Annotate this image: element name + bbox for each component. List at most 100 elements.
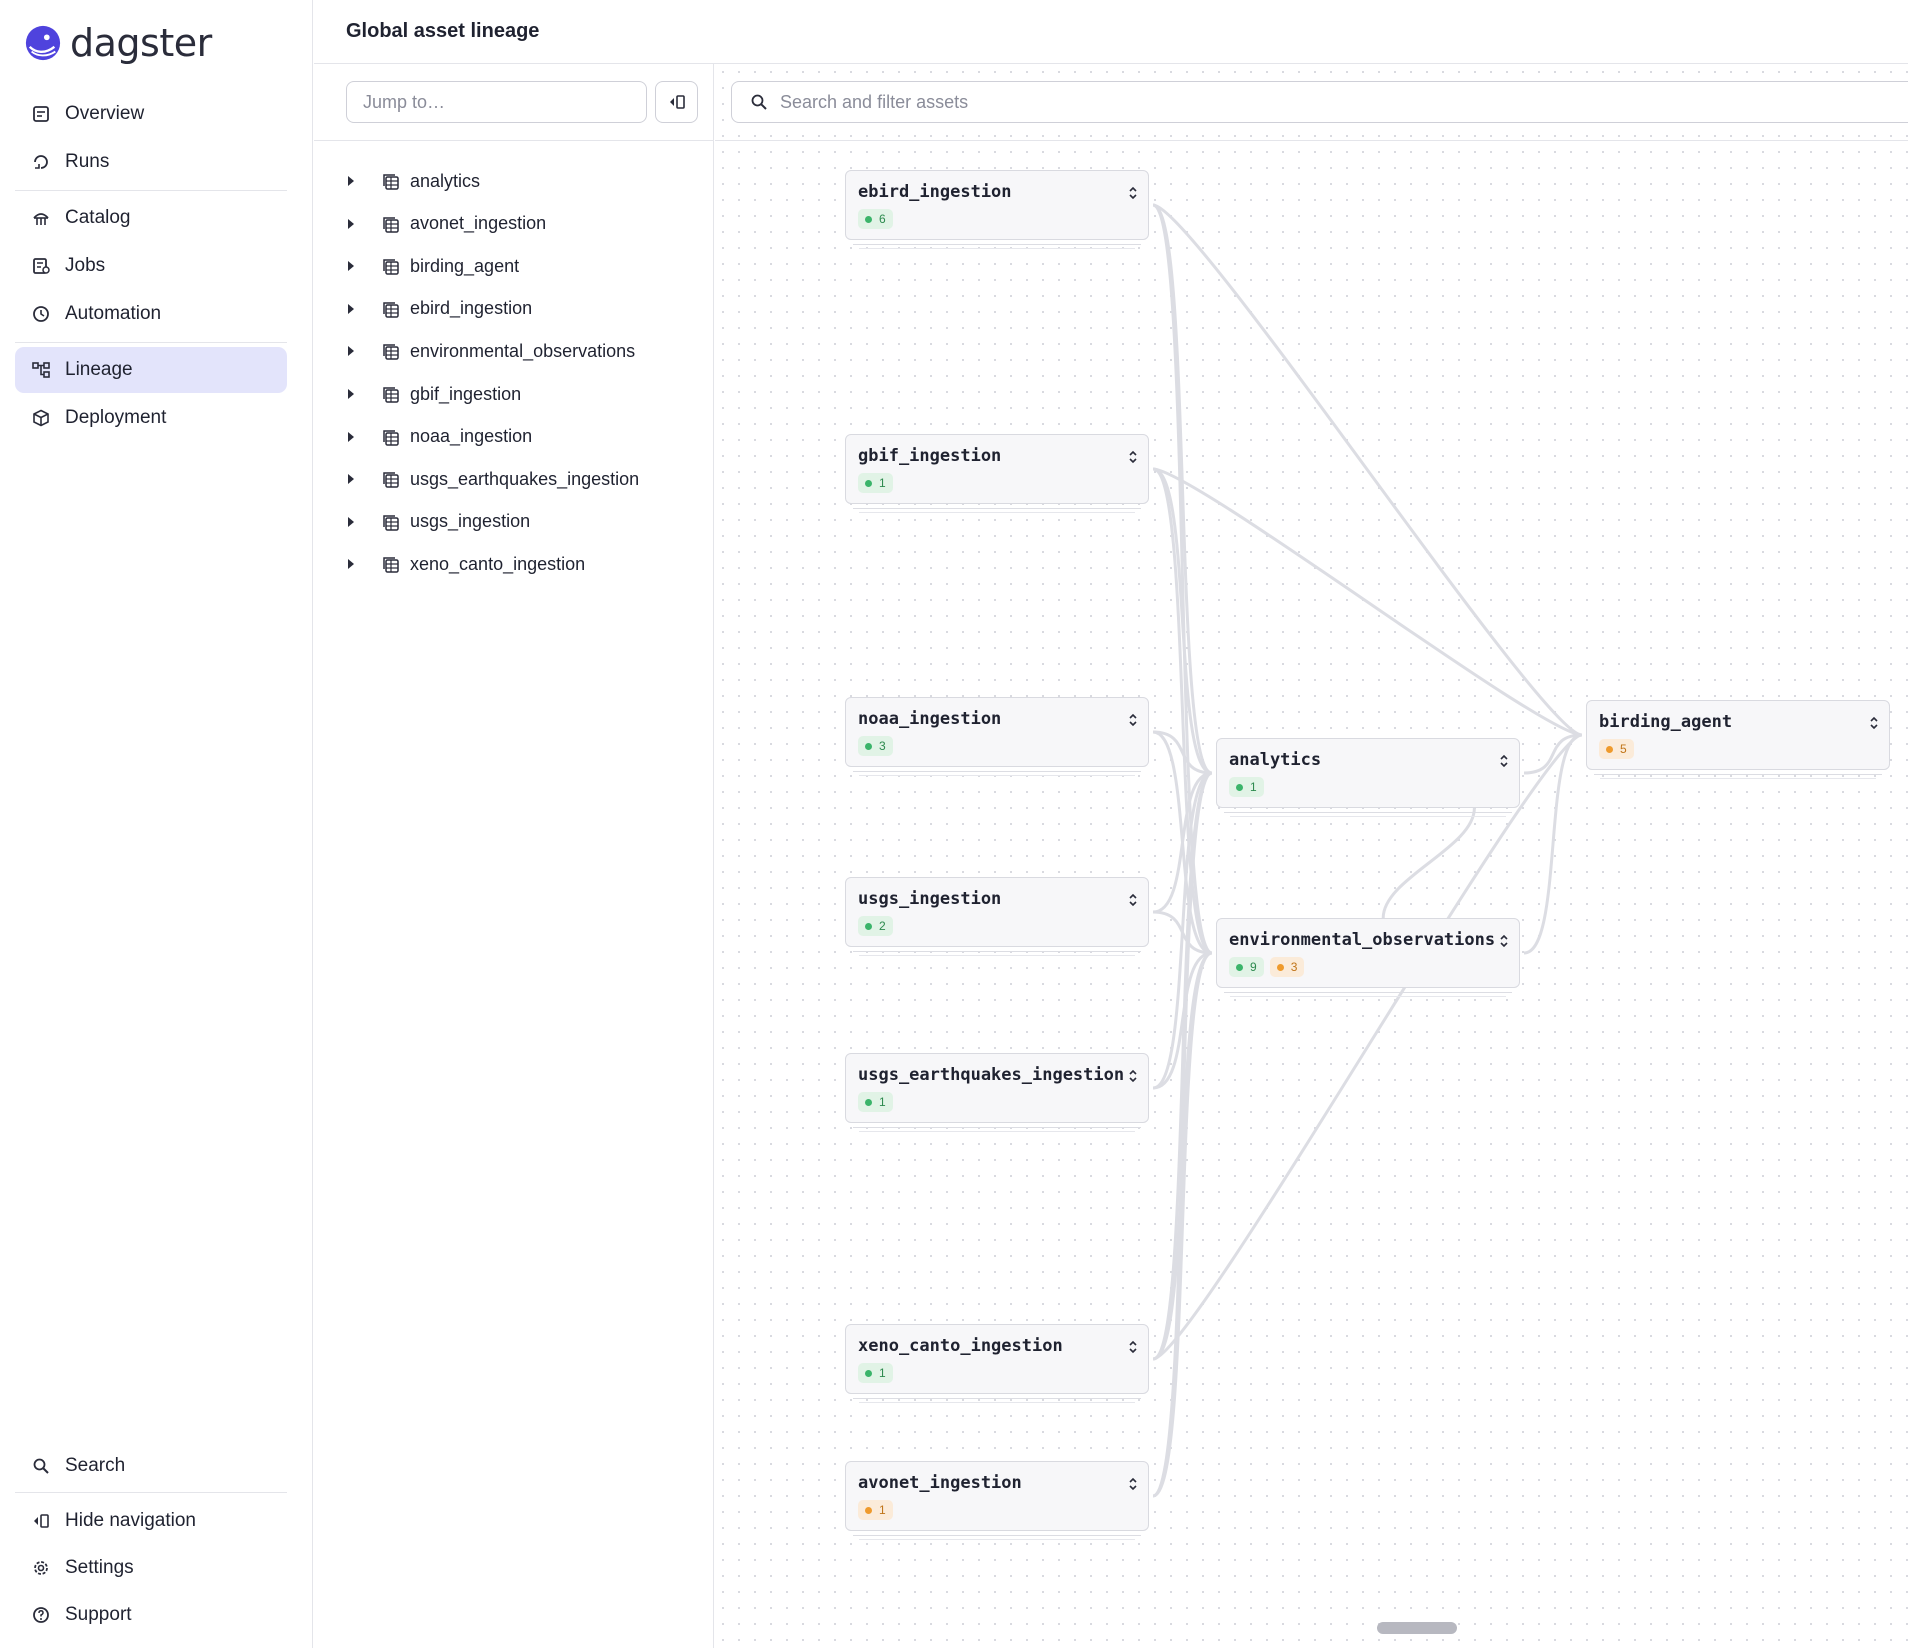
- expand-collapse-icon[interactable]: [1128, 712, 1138, 728]
- nav-overview-label: Overview: [65, 103, 145, 124]
- asset-node-card[interactable]: analytics 1: [1216, 738, 1520, 808]
- asset-node[interactable]: usgs_earthquakes_ingestion 1: [845, 1053, 1149, 1132]
- expand-collapse-icon[interactable]: [1128, 1339, 1138, 1355]
- asset-status-badge[interactable]: 1: [858, 1363, 893, 1383]
- expand-caret-icon[interactable]: [348, 303, 354, 314]
- nav-automation[interactable]: Automation: [15, 291, 287, 337]
- nav-catalog[interactable]: Catalog: [15, 195, 287, 241]
- expand-caret-icon[interactable]: [348, 516, 354, 527]
- nav-deployment[interactable]: Deployment: [15, 395, 287, 441]
- node-stack-line: [1230, 996, 1506, 997]
- nav-overview[interactable]: Overview: [15, 91, 287, 137]
- expand-caret-icon[interactable]: [348, 176, 354, 186]
- asset-group-item[interactable]: ebird_ingestion: [314, 289, 714, 329]
- nav-deployment-label: Deployment: [65, 407, 167, 428]
- nav-search[interactable]: Search: [15, 1443, 287, 1489]
- expand-caret-icon[interactable]: [348, 261, 354, 272]
- asset-status-badge[interactable]: 2: [858, 916, 893, 936]
- lineage-edge: [1523, 733, 1583, 955]
- asset-status-badge[interactable]: 9: [1229, 957, 1264, 977]
- asset-status-badge[interactable]: 6: [858, 209, 893, 229]
- nav-runs[interactable]: Runs: [15, 139, 287, 185]
- expand-collapse-icon[interactable]: [1128, 185, 1138, 201]
- page-header: Global asset lineage: [314, 0, 1908, 64]
- asset-node-badges: 6: [858, 209, 893, 229]
- lineage-edge: [1152, 951, 1213, 1090]
- asset-node[interactable]: xeno_canto_ingestion 1: [845, 1324, 1149, 1403]
- asset-node[interactable]: birding_agent 5: [1586, 700, 1890, 779]
- asset-search-input[interactable]: [780, 91, 1680, 113]
- expand-collapse-icon[interactable]: [1499, 933, 1509, 949]
- asset-node-card[interactable]: noaa_ingestion 3: [845, 697, 1149, 767]
- jump-to-input[interactable]: [346, 81, 647, 123]
- asset-group-label: environmental_observations: [410, 340, 636, 361]
- asset-node-card[interactable]: xeno_canto_ingestion 1: [845, 1324, 1149, 1394]
- panel-toggle-icon: [31, 1511, 51, 1531]
- asset-node[interactable]: gbif_ingestion 1: [845, 434, 1149, 513]
- asset-group-item[interactable]: environmental_observations: [314, 331, 714, 371]
- asset-node[interactable]: avonet_ingestion 1: [845, 1461, 1149, 1540]
- table-icon: [382, 301, 400, 319]
- asset-node-badges: 93: [1229, 957, 1305, 977]
- hide-navigation-button[interactable]: Hide navigation: [15, 1498, 287, 1544]
- asset-status-badge[interactable]: 1: [858, 1500, 893, 1520]
- node-stack-line: [853, 1127, 1141, 1128]
- asset-group-item[interactable]: analytics: [314, 161, 714, 201]
- expand-caret-icon[interactable]: [348, 389, 354, 399]
- asset-group-item[interactable]: noaa_ingestion: [314, 417, 714, 457]
- asset-status-badge[interactable]: 3: [1269, 957, 1305, 977]
- nav-lineage[interactable]: Lineage: [15, 347, 287, 393]
- expand-collapse-icon[interactable]: [1128, 1476, 1138, 1492]
- asset-group-item[interactable]: xeno_canto_ingestion: [314, 544, 714, 584]
- asset-node-card[interactable]: ebird_ingestion 6: [845, 170, 1149, 240]
- status-dot: [1236, 783, 1243, 791]
- expand-caret-icon[interactable]: [348, 431, 354, 442]
- collapse-sidebar-button[interactable]: [655, 81, 698, 123]
- asset-group-label: xeno_canto_ingestion: [410, 553, 586, 574]
- asset-group-item[interactable]: usgs_ingestion: [314, 502, 714, 542]
- horizontal-scrollbar-thumb[interactable]: [1377, 1622, 1457, 1634]
- asset-node[interactable]: usgs_ingestion 2: [845, 877, 1149, 956]
- asset-node[interactable]: environmental_observations 9 3: [1216, 918, 1520, 997]
- asset-status-badge[interactable]: 1: [1229, 777, 1264, 797]
- asset-status-badge[interactable]: 5: [1599, 739, 1634, 759]
- dagster-logo[interactable]: dagster: [24, 21, 212, 65]
- panel-toggle-icon: [669, 95, 685, 109]
- asset-node-name: avonet_ingestion: [858, 1473, 1022, 1493]
- asset-node-card[interactable]: gbif_ingestion 1: [845, 434, 1149, 504]
- nav-catalog-label: Catalog: [65, 207, 131, 228]
- asset-group-label: usgs_ingestion: [410, 511, 531, 532]
- asset-group-item[interactable]: usgs_earthquakes_ingestion: [314, 459, 714, 499]
- asset-search-box[interactable]: [731, 81, 1908, 123]
- node-stack-line: [859, 1539, 1135, 1540]
- asset-status-badge[interactable]: 1: [858, 1092, 893, 1112]
- asset-group-item[interactable]: gbif_ingestion: [314, 374, 714, 414]
- asset-node-card[interactable]: birding_agent 5: [1586, 700, 1890, 770]
- expand-caret-icon[interactable]: [348, 218, 354, 229]
- expand-collapse-icon[interactable]: [1128, 1068, 1138, 1084]
- asset-node-card[interactable]: usgs_earthquakes_ingestion 1: [845, 1053, 1149, 1123]
- expand-caret-icon[interactable]: [348, 474, 354, 485]
- expand-collapse-icon[interactable]: [1499, 753, 1509, 769]
- asset-status-badge[interactable]: 3: [858, 736, 893, 756]
- nav-jobs[interactable]: Jobs: [15, 243, 287, 289]
- asset-group-item[interactable]: avonet_ingestion: [314, 204, 714, 244]
- asset-node[interactable]: ebird_ingestion 6: [845, 170, 1149, 249]
- asset-node[interactable]: noaa_ingestion 3: [845, 697, 1149, 776]
- asset-node-card[interactable]: usgs_ingestion 2: [845, 877, 1149, 947]
- nav-settings[interactable]: Settings: [15, 1545, 287, 1591]
- expand-collapse-icon[interactable]: [1128, 449, 1138, 465]
- expand-caret-icon[interactable]: [348, 346, 354, 357]
- asset-node[interactable]: analytics 1: [1216, 738, 1520, 817]
- asset-group-item[interactable]: birding_agent: [314, 246, 714, 286]
- expand-collapse-icon[interactable]: [1869, 715, 1879, 731]
- expand-caret-icon[interactable]: [348, 559, 354, 570]
- asset-node-card[interactable]: avonet_ingestion 1: [845, 1461, 1149, 1531]
- asset-node-badges: 1: [858, 1500, 893, 1520]
- expand-collapse-icon[interactable]: [1128, 892, 1138, 908]
- asset-status-badge[interactable]: 1: [858, 473, 893, 493]
- lineage-graph-canvas[interactable]: ebird_ingestion 6 gbif_ingestion 1 noaa_inge…: [715, 64, 1908, 1648]
- nav-support[interactable]: Support: [15, 1592, 287, 1638]
- asset-node-card[interactable]: environmental_observations 9 3: [1216, 918, 1520, 988]
- lineage-edge: [1152, 771, 1213, 1090]
